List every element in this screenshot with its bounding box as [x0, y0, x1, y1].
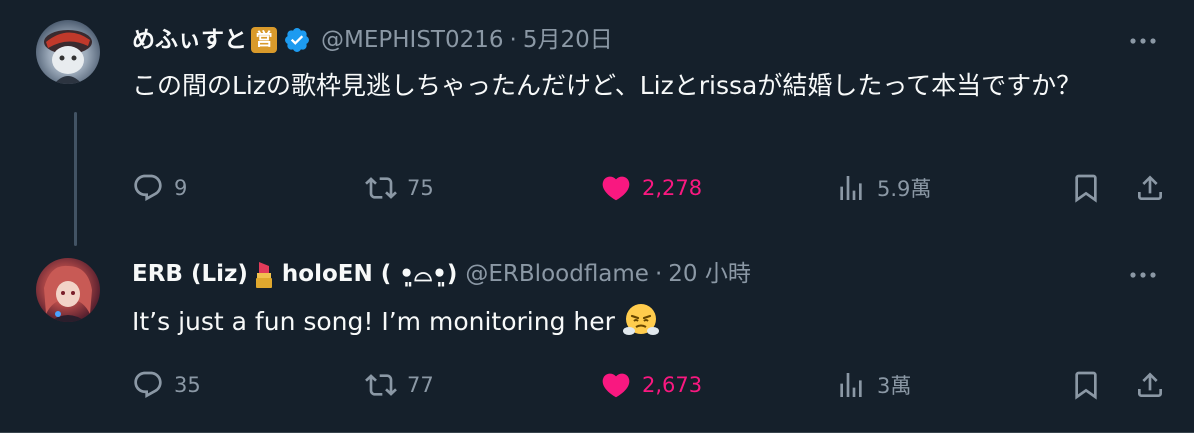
reply-button[interactable]: 9: [132, 168, 187, 208]
tweet-header: ERB (Liz) holoEN ( •͈⌓•͈) @ERBloodflame …: [132, 258, 751, 290]
repost-count: 77: [407, 373, 434, 397]
like-count: 2,278: [642, 176, 703, 200]
bookmark-button[interactable]: [1070, 365, 1102, 405]
thread-connector: [74, 112, 77, 246]
verified-badge-icon: [283, 26, 311, 54]
views-count: 5.9萬: [877, 177, 932, 201]
separator: ·: [509, 27, 517, 53]
views-count: 3萬: [877, 374, 912, 398]
tweet-erb[interactable]: ERB (Liz) holoEN ( •͈⌓•͈) @ERBloodflame …: [0, 236, 1194, 433]
reply-icon: [134, 174, 162, 201]
more-icon[interactable]: [1128, 26, 1158, 56]
like-button[interactable]: 2,673: [600, 365, 702, 405]
separator: ·: [654, 261, 663, 287]
views-icon: [840, 176, 862, 200]
timestamp[interactable]: 20 小時: [668, 258, 751, 290]
repost-count: 75: [407, 176, 434, 200]
tweet-text: この間のLizの歌枠見逃しちゃったんだけど、Lizとrissaが結婚したって本当…: [132, 71, 1082, 100]
bookmark-icon: [1075, 174, 1097, 203]
bookmark-button[interactable]: [1070, 168, 1102, 208]
reply-button[interactable]: 35: [132, 365, 201, 405]
share-icon: [1138, 372, 1162, 397]
kaomoji: ( •͈⌓•͈): [380, 261, 458, 287]
repost-button[interactable]: 77: [365, 365, 434, 405]
share-icon: [1138, 175, 1162, 200]
views-button[interactable]: 5.9萬: [835, 168, 931, 208]
bookmark-icon: [1075, 371, 1097, 400]
avatar[interactable]: [36, 258, 100, 322]
display-name[interactable]: ERB (Liz): [132, 258, 248, 290]
like-count: 2,673: [642, 373, 703, 397]
like-button[interactable]: 2,278: [600, 168, 702, 208]
org-badge: 営: [251, 27, 277, 53]
share-button[interactable]: [1134, 168, 1166, 208]
tweet-mephist[interactable]: めふぃすと 営 @MEPHIST0216 · 5月20日 この間のLizの歌枠見…: [0, 0, 1194, 246]
share-button[interactable]: [1134, 365, 1166, 405]
like-icon: [602, 373, 630, 398]
tweet-text-content: It’s just a fun song! I’m monitoring her: [132, 307, 615, 336]
repost-icon: [365, 374, 397, 396]
like-icon: [602, 176, 630, 201]
action-bar: 35 77 2,673 3萬: [132, 365, 1172, 405]
display-name-suffix[interactable]: holoEN: [282, 258, 373, 290]
handle[interactable]: @MEPHIST0216: [321, 24, 504, 56]
lipstick-emoji: [252, 259, 276, 289]
action-bar: 9 75 2,278 5.9萬: [132, 168, 1172, 208]
repost-button[interactable]: 75: [365, 168, 434, 208]
display-name[interactable]: めふぃすと: [132, 24, 247, 56]
handle[interactable]: @ERBloodflame: [465, 258, 649, 290]
reply-count: 35: [174, 373, 201, 397]
tweet-header: めふぃすと 営 @MEPHIST0216 · 5月20日: [132, 24, 613, 56]
more-icon[interactable]: [1128, 260, 1158, 290]
repost-icon: [365, 177, 397, 199]
views-button[interactable]: 3萬: [835, 365, 911, 405]
views-icon: [840, 373, 862, 397]
avatar[interactable]: [36, 20, 100, 84]
tweet-text: It’s just a fun song! I’m monitoring her: [132, 302, 1167, 342]
timestamp[interactable]: 5月20日: [523, 24, 613, 56]
reply-count: 9: [174, 176, 188, 200]
steam-face-emoji: [622, 302, 659, 338]
reply-icon: [134, 371, 162, 398]
